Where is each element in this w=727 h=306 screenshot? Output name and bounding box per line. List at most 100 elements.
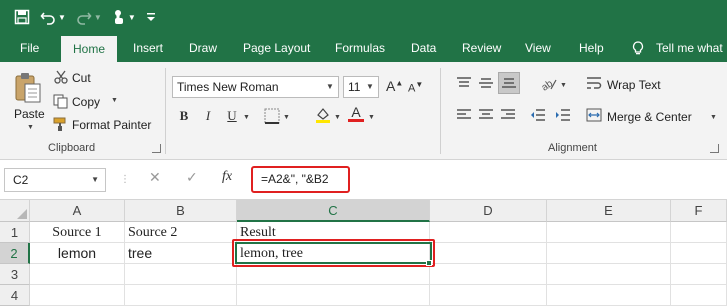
customize-icon[interactable] — [146, 5, 156, 29]
cell-a3[interactable] — [30, 264, 125, 285]
orientation-dropdown-icon[interactable]: ▼ — [560, 82, 567, 89]
bold-button[interactable]: B — [174, 106, 194, 126]
increase-indent-icon[interactable] — [555, 108, 571, 125]
name-box[interactable]: C2 ▼ — [4, 168, 106, 192]
align-center-icon[interactable] — [478, 108, 494, 125]
enter-icon[interactable]: ✓ — [186, 169, 198, 186]
column-header-c[interactable]: C — [237, 200, 430, 222]
borders-dropdown-icon[interactable]: ▼ — [283, 114, 290, 121]
cell-b2[interactable]: tree — [125, 243, 237, 264]
align-right-icon[interactable] — [500, 108, 516, 125]
merge-dropdown-icon[interactable]: ▼ — [710, 114, 717, 121]
cell-e1[interactable] — [547, 222, 671, 243]
redo-icon[interactable]: ▼ — [76, 5, 102, 29]
cell-b1[interactable]: Source 2 — [125, 222, 237, 243]
cell-b3[interactable] — [125, 264, 237, 285]
cell-f2[interactable] — [671, 243, 727, 264]
worksheet-grid: A B C D E F 1 2 3 4 Source 1 Source 2 Re… — [0, 200, 727, 306]
row-header-1[interactable]: 1 — [0, 222, 30, 243]
cell-e4[interactable] — [547, 285, 671, 306]
decrease-font-icon[interactable]: A▼ — [408, 80, 423, 95]
cell-a1[interactable]: Source 1 — [30, 222, 125, 243]
copy-button[interactable]: Copy — [72, 95, 100, 109]
tab-data[interactable]: Data — [411, 34, 436, 62]
format-painter-button[interactable]: Format Painter — [72, 118, 151, 132]
undo-icon[interactable]: ▼ — [40, 5, 66, 29]
tab-insert[interactable]: Insert — [133, 34, 163, 62]
cell-a2[interactable]: lemon — [30, 243, 125, 264]
cell-c4[interactable] — [237, 285, 430, 306]
tab-formulas[interactable]: Formulas — [335, 34, 385, 62]
merge-center-button[interactable]: Merge & Center — [607, 110, 692, 124]
fill-color-icon[interactable] — [314, 106, 332, 127]
font-color-button[interactable]: A — [348, 104, 364, 122]
paste-icon[interactable] — [14, 72, 42, 107]
align-bottom-icon[interactable] — [498, 72, 520, 94]
tell-me-search[interactable]: Tell me what — [656, 34, 723, 62]
underline-dropdown-icon[interactable]: ▼ — [243, 114, 250, 121]
cell-f1[interactable] — [671, 222, 727, 243]
ribbon-home: Paste ▼ Cut Copy ▼ Format Painter Clipbo… — [0, 62, 727, 160]
copy-icon — [53, 94, 68, 112]
paste-button[interactable]: Paste — [14, 107, 45, 121]
underline-button[interactable]: U — [222, 106, 242, 126]
cell-e3[interactable] — [547, 264, 671, 285]
column-header-e[interactable]: E — [547, 200, 671, 222]
column-header-a[interactable]: A — [30, 200, 125, 222]
tab-home[interactable]: Home — [61, 36, 118, 62]
row-header-2[interactable]: 2 — [0, 243, 30, 264]
increase-font-icon[interactable]: A▲ — [386, 78, 403, 94]
cell-d3[interactable] — [430, 264, 547, 285]
chevron-down-icon: ▼ — [366, 82, 374, 91]
row-header-4[interactable]: 4 — [0, 285, 30, 306]
column-header-b[interactable]: B — [125, 200, 237, 222]
fill-color-dropdown-icon[interactable]: ▼ — [334, 114, 341, 121]
save-icon[interactable] — [14, 5, 30, 29]
clipboard-group-label: Clipboard — [48, 142, 96, 154]
column-header-f[interactable]: F — [671, 200, 727, 222]
touch-mode-icon[interactable]: ▼ — [112, 5, 136, 29]
copy-dropdown-icon[interactable]: ▼ — [111, 97, 118, 104]
wrap-text-button[interactable]: Wrap Text — [607, 78, 661, 92]
cell-d4[interactable] — [430, 285, 547, 306]
tab-page-layout[interactable]: Page Layout — [243, 34, 310, 62]
tab-view[interactable]: View — [525, 34, 551, 62]
formula-bar-grip-icon: ⋮ — [120, 174, 130, 185]
fill-handle[interactable] — [426, 260, 432, 266]
cell-f4[interactable] — [671, 285, 727, 306]
font-size-select[interactable]: 11 ▼ — [343, 76, 379, 98]
chevron-down-icon: ▼ — [91, 175, 99, 184]
decrease-indent-icon[interactable] — [530, 108, 546, 125]
tab-review[interactable]: Review — [462, 34, 501, 62]
cell-d1[interactable] — [430, 222, 547, 243]
alignment-launcher-icon[interactable] — [710, 144, 719, 153]
orientation-icon[interactable]: ab — [540, 76, 558, 95]
font-name-select[interactable]: Times New Roman ▼ — [172, 76, 339, 98]
cell-c3[interactable] — [237, 264, 430, 285]
font-color-dropdown-icon[interactable]: ▼ — [368, 114, 375, 121]
borders-icon[interactable] — [264, 108, 280, 127]
cell-b4[interactable] — [125, 285, 237, 306]
align-middle-icon[interactable] — [478, 76, 494, 93]
cell-e2[interactable] — [547, 243, 671, 264]
cell-f3[interactable] — [671, 264, 727, 285]
align-top-icon[interactable] — [456, 76, 472, 93]
merge-center-icon — [586, 108, 602, 125]
tab-file[interactable]: File — [20, 34, 39, 62]
align-left-icon[interactable] — [456, 108, 472, 125]
formula-input[interactable]: =A2&", "&B2 — [251, 166, 350, 193]
cancel-icon[interactable]: ✕ — [149, 169, 161, 186]
italic-button[interactable]: I — [198, 106, 218, 126]
column-header-d[interactable]: D — [430, 200, 547, 222]
cell-d2[interactable] — [430, 243, 547, 264]
insert-function-button[interactable]: fx — [222, 169, 232, 185]
tab-help[interactable]: Help — [579, 34, 604, 62]
cell-a4[interactable] — [30, 285, 125, 306]
clipboard-launcher-icon[interactable] — [152, 144, 161, 153]
tab-draw[interactable]: Draw — [189, 34, 217, 62]
select-all-corner[interactable] — [0, 200, 30, 222]
paste-dropdown-icon[interactable]: ▼ — [27, 124, 34, 131]
row-header-3[interactable]: 3 — [0, 264, 30, 285]
active-cell-border — [235, 242, 432, 264]
cut-button[interactable]: Cut — [72, 71, 91, 85]
